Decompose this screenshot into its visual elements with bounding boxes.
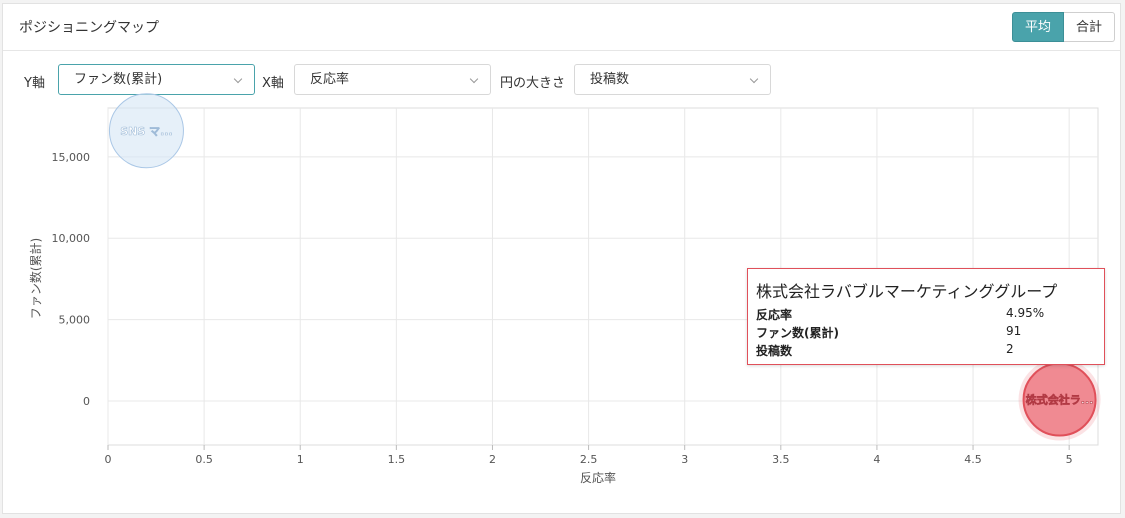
tooltip-value: 2 — [1006, 342, 1014, 356]
x-axis-title: 反応率 — [580, 470, 616, 485]
tooltip-key: ファン数(累計) — [756, 326, 839, 340]
y-tick-label: 15,000 — [52, 151, 91, 164]
x-tick-label: 4.5 — [964, 453, 982, 466]
tooltip-row: 反応率 4.95% — [756, 306, 1096, 322]
x-tick-label: 4 — [873, 453, 880, 466]
x-tick-label: 1 — [297, 453, 304, 466]
x-tick-label: 0 — [105, 453, 112, 466]
x-tick-label: 2 — [489, 453, 496, 466]
point-tooltip: 株式会社ラバブルマーケティンググループ 反応率 4.95% ファン数(累計) 9… — [747, 268, 1105, 365]
tooltip-row: ファン数(累計) 91 — [756, 324, 1096, 340]
x-tick-label: 3.5 — [772, 453, 790, 466]
tooltip-value: 91 — [1006, 324, 1022, 338]
tooltip-title: 株式会社ラバブルマーケティンググループ — [756, 282, 1058, 301]
x-tick-label: 0.5 — [195, 453, 213, 466]
x-tick-label: 3 — [681, 453, 688, 466]
y-tick-label: 0 — [83, 395, 90, 408]
positioning-scatter-chart: 0 0.5 1 1.5 2 2.5 3 3.5 4 4.5 5 0 5,000 10,000 15,000 反… — [28, 93, 1101, 485]
data-point-label: SNS マ... — [120, 125, 172, 138]
tooltip-key: 投稿数 — [756, 344, 793, 358]
data-point-label: 株式会社ラ... — [1026, 393, 1094, 407]
x-tick-label: 2.5 — [580, 453, 598, 466]
tooltip-key: 反応率 — [756, 308, 793, 322]
tooltip-row: 投稿数 2 — [756, 342, 1096, 358]
tooltip-value: 4.95% — [1006, 306, 1045, 320]
x-tick-label: 5 — [1066, 453, 1073, 466]
y-tick-label: 10,000 — [52, 232, 91, 245]
y-tick-label: 5,000 — [59, 314, 91, 327]
y-axis-title: ファン数(累計) — [28, 238, 43, 319]
x-tick-label: 1.5 — [388, 453, 406, 466]
